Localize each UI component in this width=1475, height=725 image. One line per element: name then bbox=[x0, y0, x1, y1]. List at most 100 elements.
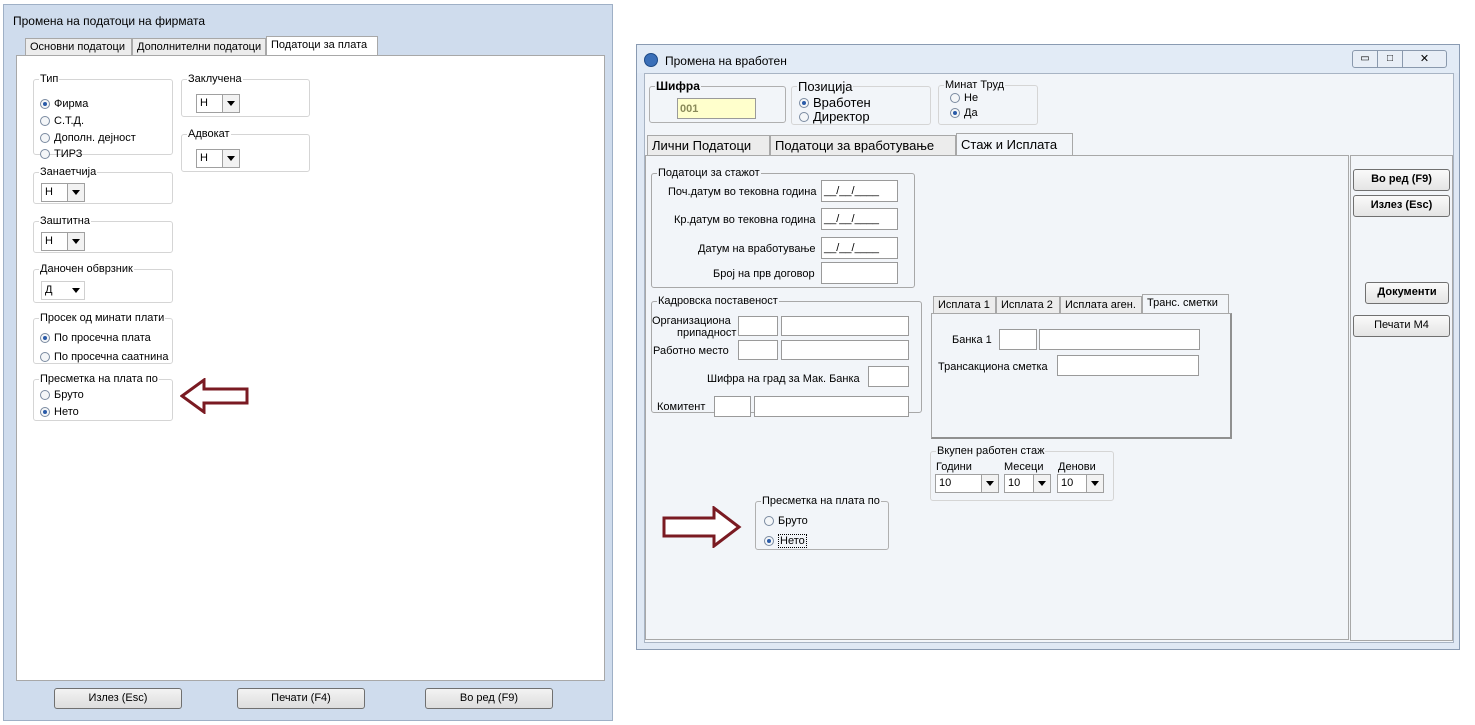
window-controls: ▭ □ ✕ bbox=[1352, 50, 1453, 69]
radio-icon bbox=[764, 516, 774, 526]
calculation-group: Пресметка на плата по Бруто Нето bbox=[755, 495, 889, 550]
arrow-left-icon bbox=[180, 378, 249, 414]
close-button[interactable]: ✕ bbox=[1402, 50, 1447, 68]
client-code-input[interactable] bbox=[714, 396, 751, 417]
chevron-down-icon bbox=[222, 95, 239, 112]
days-select[interactable]: 10 bbox=[1057, 474, 1104, 493]
print-button[interactable]: Печати (F4) bbox=[237, 688, 365, 709]
tab-seniority-payment[interactable]: Стаж и Исплата bbox=[956, 133, 1073, 156]
salary-data-panel: Тип Фирма С.Т.Д. Дополн. дејност ТИРЗ За… bbox=[16, 55, 605, 681]
ok-button[interactable]: Во ред (F9) bbox=[425, 688, 553, 709]
average-option-hourly[interactable]: По просечна саатнина bbox=[40, 351, 168, 363]
radio-icon bbox=[799, 97, 809, 108]
chevron-down-icon bbox=[67, 184, 84, 201]
tab-salary-data[interactable]: Податоци за плата bbox=[266, 36, 378, 55]
print-m4-button[interactable]: Печати М4 bbox=[1353, 315, 1450, 337]
locked-group: Заклучена Н bbox=[181, 73, 310, 117]
position-option-employee[interactable]: Вработен bbox=[799, 95, 871, 110]
radio-icon bbox=[40, 133, 50, 143]
tab-employment-data[interactable]: Податоци за вработување bbox=[770, 135, 956, 155]
radio-icon bbox=[40, 99, 50, 109]
calc-option-net[interactable]: Нето bbox=[40, 406, 79, 418]
taxpayer-group: Даночен обврзник Д bbox=[33, 263, 173, 303]
tab-basic-data[interactable]: Основни податоци bbox=[25, 38, 132, 55]
workplace-code-input[interactable] bbox=[738, 340, 778, 360]
exit-button[interactable]: Излез (Esc) bbox=[1353, 195, 1450, 217]
city-code-input[interactable] bbox=[868, 366, 909, 387]
radio-icon bbox=[799, 111, 809, 122]
position-option-director[interactable]: Директор bbox=[799, 109, 870, 124]
radio-icon bbox=[40, 352, 50, 362]
chevron-down-icon bbox=[981, 475, 998, 492]
radio-icon bbox=[40, 407, 50, 417]
craftsman-select[interactable]: Н bbox=[41, 183, 85, 202]
past-work-option-yes[interactable]: Да bbox=[950, 107, 978, 119]
lawyer-select[interactable]: Н bbox=[196, 149, 240, 168]
company-data-window: Промена на податоци на фирмата Основни п… bbox=[3, 4, 613, 721]
total-seniority-group: Вкупен работен стаж Години Месеци Денови… bbox=[930, 445, 1114, 501]
ok-button[interactable]: Во ред (F9) bbox=[1353, 169, 1450, 191]
chevron-down-icon bbox=[67, 233, 84, 250]
code-group: Шифра 001 bbox=[649, 79, 786, 123]
protective-group: Заштитна Н bbox=[33, 215, 173, 253]
position-group: Позиција Вработен Директор bbox=[791, 79, 931, 125]
lawyer-group: Адвокат Н bbox=[181, 128, 310, 172]
seniority-data-group: Податоци за стажот Поч.датум во тековна … bbox=[651, 167, 915, 288]
tab-additional-data[interactable]: Дополнителни податоци bbox=[132, 38, 266, 55]
radio-icon bbox=[764, 536, 774, 546]
window-title: Промена на вработен bbox=[665, 54, 787, 68]
type-option-firm[interactable]: Фирма bbox=[40, 98, 88, 110]
months-select[interactable]: 10 bbox=[1004, 474, 1051, 493]
radio-icon bbox=[40, 333, 50, 343]
tab-payment-2[interactable]: Исплата 2 bbox=[996, 296, 1060, 313]
radio-icon bbox=[40, 390, 50, 400]
tab-strip: Основни податоци Дополнителни податоци П… bbox=[25, 36, 605, 57]
calc-option-gross[interactable]: Бруто bbox=[764, 515, 808, 527]
bank-code-input[interactable] bbox=[999, 329, 1037, 350]
chevron-down-icon bbox=[1086, 475, 1103, 492]
employment-date-input[interactable]: __/__/____ bbox=[821, 237, 898, 259]
end-date-input[interactable]: __/__/____ bbox=[821, 208, 898, 230]
type-option-tirz[interactable]: ТИРЗ bbox=[40, 148, 82, 160]
client-name-input[interactable] bbox=[754, 396, 909, 417]
type-option-std[interactable]: С.Т.Д. bbox=[40, 115, 84, 127]
code-input[interactable]: 001 bbox=[677, 98, 756, 119]
calc-option-net[interactable]: Нето bbox=[764, 534, 807, 548]
locked-select[interactable]: Н bbox=[196, 94, 240, 113]
app-icon bbox=[644, 53, 658, 67]
org-name-input[interactable] bbox=[781, 316, 909, 336]
chevron-down-icon bbox=[68, 282, 84, 299]
chevron-down-icon bbox=[222, 150, 239, 167]
org-code-input[interactable] bbox=[738, 316, 778, 336]
bank-name-input[interactable] bbox=[1039, 329, 1200, 350]
radio-icon bbox=[40, 116, 50, 126]
workplace-name-input[interactable] bbox=[781, 340, 909, 360]
tab-transaction-accounts[interactable]: Транс. сметки bbox=[1142, 294, 1229, 313]
years-select[interactable]: 10 bbox=[935, 474, 999, 493]
chevron-down-icon bbox=[1033, 475, 1050, 492]
tab-personal-data[interactable]: Лични Податоци bbox=[647, 135, 770, 155]
start-date-input[interactable]: __/__/____ bbox=[821, 180, 898, 202]
documents-button[interactable]: Документи bbox=[1365, 282, 1449, 304]
tab-payment-agency[interactable]: Исплата аген. bbox=[1060, 296, 1142, 313]
first-contract-input[interactable] bbox=[821, 262, 898, 284]
staffing-group: Кадровска поставеност Организациона прип… bbox=[651, 295, 922, 417]
radio-icon bbox=[950, 93, 960, 103]
type-group: Тип Фирма С.Т.Д. Дополн. дејност ТИРЗ bbox=[33, 73, 173, 160]
past-work-option-no[interactable]: Не bbox=[950, 92, 978, 104]
past-work-group: Минат Труд Не Да bbox=[938, 79, 1038, 125]
arrow-right-icon bbox=[662, 506, 742, 548]
type-option-additional[interactable]: Дополн. дејност bbox=[40, 132, 136, 144]
average-group: Просек од минати плати По просечна плата… bbox=[33, 312, 173, 364]
transaction-account-input[interactable] bbox=[1057, 355, 1199, 376]
craftsman-group: Занаетчија Н bbox=[33, 166, 173, 204]
tab-payment-1[interactable]: Исплата 1 bbox=[933, 296, 996, 313]
maximize-button[interactable]: □ bbox=[1377, 50, 1403, 68]
average-option-salary[interactable]: По просечна плата bbox=[40, 332, 151, 344]
protective-select[interactable]: Н bbox=[41, 232, 85, 251]
minimize-button[interactable]: ▭ bbox=[1352, 50, 1378, 68]
employee-edit-window: Промена на вработен ▭ □ ✕ Шифра 001 Пози… bbox=[636, 44, 1460, 650]
calc-option-gross[interactable]: Бруто bbox=[40, 389, 84, 401]
taxpayer-select[interactable]: Д bbox=[41, 281, 85, 300]
exit-button[interactable]: Излез (Esc) bbox=[54, 688, 182, 709]
